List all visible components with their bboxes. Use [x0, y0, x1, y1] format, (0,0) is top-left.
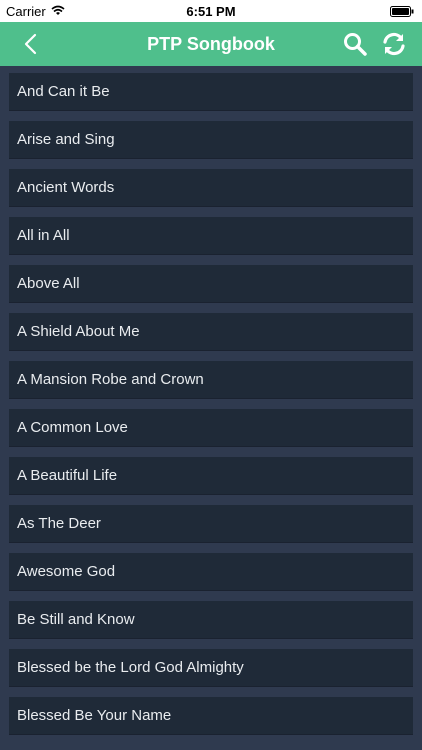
status-bar: Carrier 6:51 PM — [0, 0, 422, 22]
status-time: 6:51 PM — [186, 4, 236, 19]
song-title: And Can it Be — [17, 83, 110, 100]
list-item[interactable]: A Shield About Me — [9, 313, 413, 351]
navigation-bar: PTP Songbook — [0, 22, 422, 66]
song-title: Arise and Sing — [17, 131, 115, 148]
list-item[interactable]: A Common Love — [9, 409, 413, 447]
refresh-icon[interactable] — [380, 30, 408, 58]
song-title: A Common Love — [17, 419, 128, 436]
song-list: And Can it Be Arise and Sing Ancient Wor… — [0, 66, 422, 750]
song-title: Above All — [17, 275, 80, 292]
list-item[interactable]: A Beautiful Life — [9, 457, 413, 495]
search-icon[interactable] — [342, 31, 368, 57]
list-item[interactable]: A Mansion Robe and Crown — [9, 361, 413, 399]
song-title: Ancient Words — [17, 179, 115, 196]
list-item[interactable]: Arise and Sing — [9, 121, 413, 159]
list-item[interactable]: Be Still and Know — [9, 601, 413, 639]
song-title: A Beautiful Life — [17, 467, 118, 484]
list-item[interactable]: Blessed be the Lord God Almighty — [9, 649, 413, 687]
battery-icon — [390, 5, 414, 17]
list-item[interactable]: Above All — [9, 265, 413, 303]
list-item[interactable]: As The Deer — [9, 505, 413, 543]
song-title: All in All — [17, 227, 70, 244]
list-item[interactable]: All in All — [9, 217, 413, 255]
song-title: Blessed Be Your Name — [17, 707, 172, 724]
list-item[interactable]: And Can it Be — [9, 73, 413, 111]
list-item[interactable]: Awesome God — [9, 553, 413, 591]
list-item[interactable]: Ancient Words — [9, 169, 413, 207]
list-item[interactable]: Blessed Be Your Name — [9, 697, 413, 735]
song-title: A Mansion Robe and Crown — [17, 371, 204, 388]
song-title: A Shield About Me — [17, 323, 140, 340]
song-title: As The Deer — [17, 515, 101, 532]
song-title: Be Still and Know — [17, 611, 135, 628]
song-title: Blessed be the Lord God Almighty — [17, 659, 244, 676]
song-title: Awesome God — [17, 563, 116, 580]
